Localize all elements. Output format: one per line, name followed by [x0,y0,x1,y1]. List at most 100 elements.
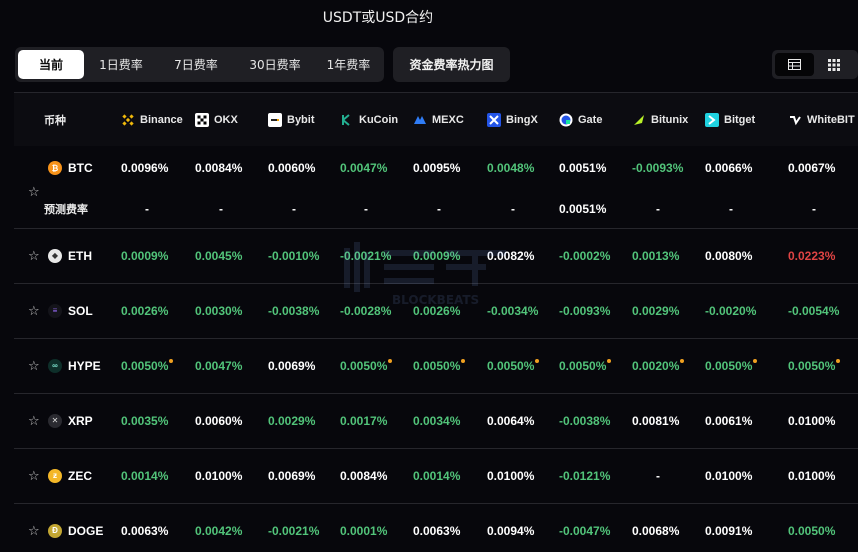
rate-value: 0.0042% [195,523,243,538]
rate-value: 0.0050% [788,523,836,538]
rate-value: 0.0035% [121,413,169,428]
favorite-star-icon[interactable]: ☆ [28,184,42,200]
coin-symbol: ETH [68,248,92,263]
rate-cell-bingx: 0.0100% [487,448,559,504]
mexc-icon [414,115,426,124]
rate-value: 0.0026% [413,303,461,318]
coin-symbol: BTC [68,161,93,175]
rate-value: 0.0068% [632,523,680,538]
table-row[interactable]: ₿ BTC ☆ 0.0096% 0.0084% 0.0060% 0.0047% 0.0095%… [14,146,858,199]
predicted-cell-mexc: - [413,190,487,229]
predicted-cell-okx: - [195,190,268,229]
predicted-cell-bitget: - [705,190,788,229]
exchange-header-gate[interactable]: Gate [559,93,632,146]
table-row[interactable]: ☆ Ð DOGE 0.0063% 0.0042% -0.0021% 0.0001% 0.006… [14,503,858,552]
coin-symbol: HYPE [68,358,101,373]
rate-cell-binance: 0.0014% [121,448,195,504]
tab-30d[interactable]: 30日费率 [234,50,316,79]
rate-cell-binance: 0.0035% [121,393,195,449]
rate-value: 0.0100% [195,468,243,483]
rate-value: -0.0054% [788,303,840,318]
predicted-cell-whitebit: - [788,190,858,229]
exchange-header-whitebit[interactable]: WhiteBIT [788,93,858,146]
favorite-star-icon[interactable]: ☆ [28,303,42,319]
favorite-star-icon[interactable]: ☆ [28,358,42,374]
table-row[interactable]: ☆ ≡ SOL 0.0026% 0.0030% -0.0038% -0.0028% 0.002… [14,283,858,339]
rate-value: 0.0223% [788,248,836,263]
rate-cell-mexc: 0.0009% [413,228,487,284]
rate-value: 0.0100% [487,468,535,483]
favorite-star-icon[interactable]: ☆ [28,523,42,539]
tab-1y[interactable]: 1年费率 [316,50,381,79]
settlement-dot-icon [753,358,758,363]
rate-cell-okx: 0.0042% [195,503,268,552]
rate-cell-bingx: 0.0082% [487,228,559,284]
predicted-value: - [511,201,515,216]
exchange-header-mexc[interactable]: MEXC [413,93,487,146]
rate-value: -0.0021% [340,248,392,263]
grid-view-button[interactable] [814,53,853,76]
settlement-dot-icon [680,358,685,363]
table-view-button[interactable] [775,53,814,76]
exchange-header-okx[interactable]: OKX [195,93,268,146]
rate-value: 0.0050% [487,358,535,373]
rate-value: 0.0063% [121,523,169,538]
doge-icon: Ð [48,523,62,538]
rate-value: 0.0026% [121,303,169,318]
exchange-header-bitget[interactable]: Bitget [705,93,788,146]
tab-1d[interactable]: 1日费率 [84,50,158,79]
predicted-cell-binance: - [121,190,195,229]
heatmap-button[interactable]: 资金费率热力图 [393,47,510,82]
rate-cell-whitebit: 0.0067% [788,146,858,190]
rate-value: 0.0100% [788,413,836,428]
tab-7d[interactable]: 7日费率 [158,50,234,79]
rate-cell-kucoin: -0.0021% [340,228,413,284]
rate-value: 0.0048% [487,161,535,175]
rate-cell-bybit: 0.0069% [268,448,340,504]
predicted-rate-label: 预测费率 [44,202,88,216]
rate-cell-okx: 0.0047% [195,338,268,394]
rate-cell-bitget: 0.0100% [705,448,788,504]
predicted-cell-bybit: - [268,190,340,229]
rate-value: 0.0047% [195,358,243,373]
rate-cell-okx: 0.0030% [195,283,268,339]
whitebit-icon [790,115,801,125]
tab-current[interactable]: 当前 [18,50,84,79]
table-row[interactable]: ☆ ∞ HYPE 0.0050% 0.0047% 0.0069% 0.0050% 0.0050… [14,338,858,394]
favorite-star-icon[interactable]: ☆ [28,468,42,484]
rate-cell-bitunix: 0.0068% [632,503,705,552]
rate-cell-mexc: 0.0095% [413,146,487,190]
rate-value: -0.0028% [340,303,392,318]
rate-cell-gate: -0.0121% [559,448,632,504]
settlement-dot-icon [535,358,540,363]
table-row[interactable]: ☆ ◆ ETH 0.0009% 0.0045% -0.0010% -0.0021% 0.000… [14,228,858,284]
gate-icon [559,113,573,126]
predicted-value: - [364,201,368,216]
settlement-dot-icon [607,358,612,363]
exchange-header-kucoin[interactable]: KuCoin [340,93,413,146]
predicted-value: - [145,201,149,216]
coin-cell: ☆ ∞ HYPE [14,338,121,394]
exchange-header-binance[interactable]: Binance [121,93,195,146]
table-row[interactable]: ☆ ƶ ZEC 0.0014% 0.0100% 0.0069% 0.0084% 0.0014%… [14,448,858,504]
predicted-cell-bitunix: - [632,190,705,229]
settlement-dot-icon [836,358,841,363]
rate-value: 0.0050% [559,358,607,373]
exchange-header-bingx[interactable]: BingX [487,93,559,146]
rate-value: -0.0002% [559,248,611,263]
rate-value: 0.0001% [340,523,388,538]
rate-cell-bitget: 0.0080% [705,228,788,284]
rate-value: -0.0021% [268,523,320,538]
rate-cell-gate: -0.0038% [559,393,632,449]
exchange-header-bitunix[interactable]: Bitunix [632,93,705,146]
table-row[interactable]: ☆ ✕ XRP 0.0035% 0.0060% 0.0029% 0.0017% 0.0034%… [14,393,858,449]
favorite-star-icon[interactable]: ☆ [28,248,42,264]
coin-symbol: ZEC [68,468,92,483]
rate-value: 0.0029% [632,303,680,318]
rate-value: 0.0029% [268,413,316,428]
favorite-star-icon[interactable]: ☆ [28,413,42,429]
btc-icon: ₿ [48,161,62,175]
rate-value: 0.0082% [487,248,535,263]
exchange-header-bybit[interactable]: Bybit [268,93,340,146]
rate-cell-whitebit: 0.0100% [788,393,858,449]
